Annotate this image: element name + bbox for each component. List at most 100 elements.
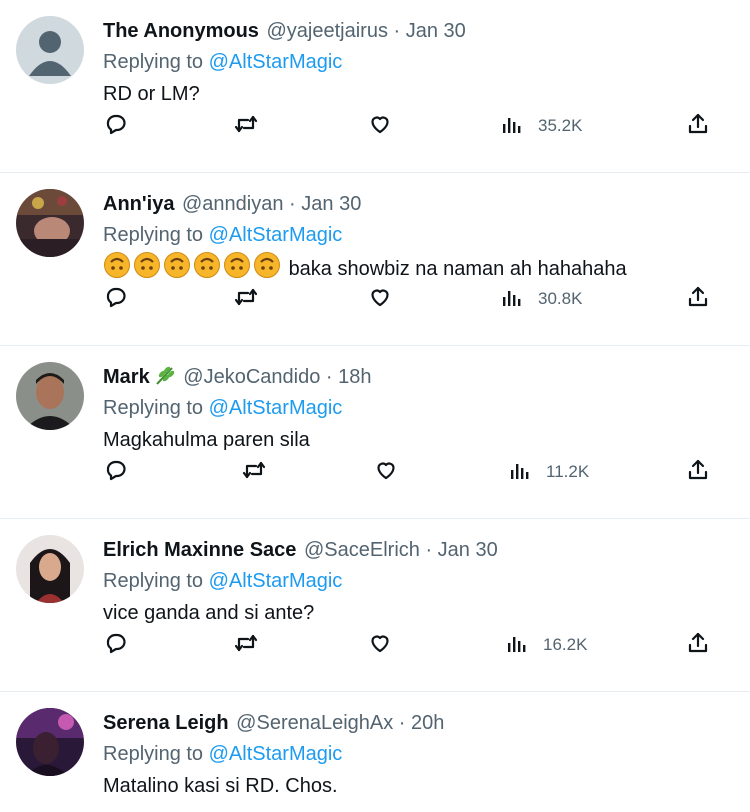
speech-bubble-icon <box>104 631 128 660</box>
speech-bubble-icon <box>104 285 128 314</box>
herb-emoji <box>154 364 176 395</box>
mention-link[interactable]: @AltStarMagic <box>209 743 343 765</box>
reply-item[interactable]: Ann'iya @anndiyan · Jan 30 Replying to @… <box>0 173 750 346</box>
views-button[interactable]: 30.8K <box>500 283 582 315</box>
user-handle[interactable]: @JekoCandido <box>183 366 320 388</box>
reply-text: baka showbiz na naman ah hahahaha <box>103 251 730 283</box>
like-button[interactable] <box>368 283 392 315</box>
user-handle[interactable]: @SerenaLeighAx <box>236 712 393 734</box>
speech-bubble-icon <box>104 112 128 141</box>
share-upload-icon <box>686 285 710 314</box>
action-bar: 30.8K <box>0 283 708 315</box>
views-count: 35.2K <box>538 116 583 135</box>
share-upload-icon <box>686 631 710 660</box>
reply-button[interactable] <box>104 283 128 315</box>
display-name[interactable]: Ann'iya <box>103 193 174 215</box>
views-count: 11.2K <box>546 462 590 481</box>
display-name[interactable]: Elrich Maxinne Sace <box>103 539 296 561</box>
heart-icon <box>368 631 392 660</box>
reply-button[interactable] <box>104 629 128 661</box>
like-button[interactable] <box>368 629 392 661</box>
replying-to: Replying to @AltStarMagic <box>103 46 730 78</box>
heart-icon <box>368 112 392 141</box>
reply-text: RD or LM? <box>103 83 200 105</box>
reply-text: Magkahulma paren sila <box>103 429 310 451</box>
reply-text-body: baka showbiz na naman ah hahahaha <box>288 258 627 280</box>
mention-link[interactable]: @AltStarMagic <box>209 570 343 592</box>
like-button[interactable] <box>368 110 392 142</box>
display-name[interactable]: Serena Leigh <box>103 712 229 734</box>
display-name[interactable]: The Anonymous <box>103 20 259 42</box>
replying-to: Replying to @AltStarMagic <box>103 392 730 424</box>
mention-link[interactable]: @AltStarMagic <box>209 224 343 246</box>
replying-to: Replying to @AltStarMagic <box>103 565 730 597</box>
retweet-arrows-icon <box>234 631 258 660</box>
retweet-arrows-icon <box>234 285 258 314</box>
like-button[interactable] <box>374 456 398 488</box>
replying-label: Replying to <box>103 570 204 592</box>
reply-item[interactable]: The Anonymous @yajeetjairus · Jan 30 Rep… <box>0 0 750 173</box>
user-handle[interactable]: @anndiyan <box>182 193 283 215</box>
avatar[interactable] <box>16 362 84 430</box>
bar-chart-icon <box>505 631 529 660</box>
reply-header: Ann'iya @anndiyan · Jan 30 <box>103 193 362 215</box>
retweet-button[interactable] <box>234 110 258 142</box>
replying-label: Replying to <box>103 51 204 73</box>
share-button[interactable] <box>686 283 710 315</box>
replying-label: Replying to <box>103 743 204 765</box>
views-count: 30.8K <box>538 289 583 308</box>
reply-header: Serena Leigh @SerenaLeighAx · 20h <box>103 712 445 734</box>
avatar[interactable] <box>16 535 84 603</box>
replying-to: Replying to @AltStarMagic <box>103 738 730 770</box>
post-date[interactable]: Jan 30 <box>406 20 466 42</box>
bar-chart-icon <box>500 112 524 141</box>
action-bar: 11.2K <box>0 456 708 488</box>
retweet-button[interactable] <box>234 283 258 315</box>
heart-icon <box>368 285 392 314</box>
post-date[interactable]: Jan 30 <box>301 193 361 215</box>
reply-header: The Anonymous @yajeetjairus · Jan 30 <box>103 20 466 42</box>
reply-item[interactable]: Serena Leigh @SerenaLeighAx · 20h Replyi… <box>0 692 750 812</box>
retweet-button[interactable] <box>234 629 258 661</box>
reply-header: Elrich Maxinne Sace @SaceElrich · Jan 30 <box>103 539 498 561</box>
post-date[interactable]: Jan 30 <box>438 539 498 561</box>
post-date[interactable]: 18h <box>338 366 371 388</box>
share-button[interactable] <box>686 110 710 142</box>
replying-to: Replying to @AltStarMagic <box>103 219 730 251</box>
replying-label: Replying to <box>103 224 204 246</box>
share-upload-icon <box>686 458 710 487</box>
reply-text: vice ganda and si ante? <box>103 602 315 624</box>
reply-button[interactable] <box>104 456 128 488</box>
display-name[interactable]: Mark <box>103 366 150 388</box>
user-handle[interactable]: @yajeetjairus <box>267 20 388 42</box>
replying-label: Replying to <box>103 397 204 419</box>
bar-chart-icon <box>500 285 524 314</box>
reply-button[interactable] <box>104 110 128 142</box>
views-button[interactable]: 16.2K <box>505 629 587 661</box>
mention-link[interactable]: @AltStarMagic <box>209 397 343 419</box>
reply-text: Matalino kasi si RD. Chos. <box>103 775 338 797</box>
action-bar: 16.2K <box>0 629 708 661</box>
reply-item[interactable]: Mark @JekoCandido · 18h Replying to @Alt… <box>0 346 750 519</box>
share-button[interactable] <box>686 629 710 661</box>
views-button[interactable]: 35.2K <box>500 110 582 142</box>
post-date[interactable]: 20h <box>411 712 444 734</box>
replies-feed: The Anonymous @yajeetjairus · Jan 30 Rep… <box>0 0 750 812</box>
avatar[interactable] <box>16 708 84 776</box>
views-button[interactable]: 11.2K <box>508 456 589 488</box>
mention-link[interactable]: @AltStarMagic <box>209 51 343 73</box>
retweet-arrows-icon <box>234 112 258 141</box>
reply-header: Mark @JekoCandido · 18h <box>103 362 730 392</box>
avatar[interactable] <box>16 16 84 84</box>
heart-icon <box>374 458 398 487</box>
user-handle[interactable]: @SaceElrich <box>304 539 420 561</box>
bar-chart-icon <box>508 458 532 487</box>
reply-item[interactable]: Elrich Maxinne Sace @SaceElrich · Jan 30… <box>0 519 750 692</box>
retweet-button[interactable] <box>242 456 266 488</box>
action-bar: 35.2K <box>0 110 708 142</box>
retweet-arrows-icon <box>242 458 266 487</box>
avatar[interactable] <box>16 189 84 257</box>
share-button[interactable] <box>686 456 710 488</box>
views-count: 16.2K <box>543 635 588 654</box>
share-upload-icon <box>686 112 710 141</box>
